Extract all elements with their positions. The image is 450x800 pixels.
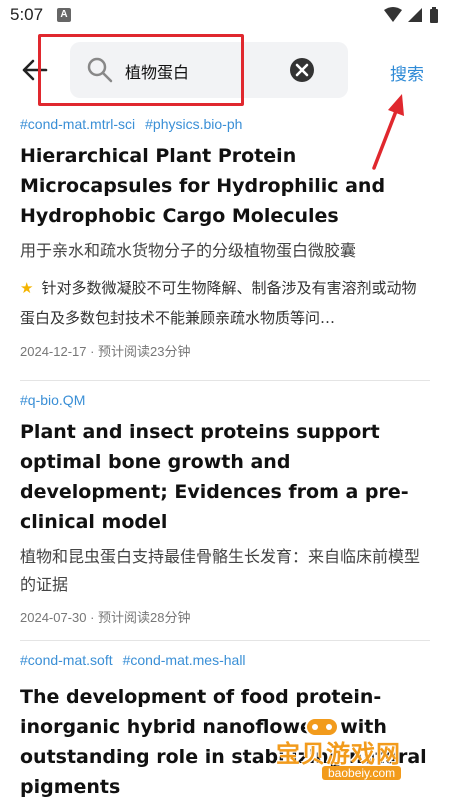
star-icon: ★ xyxy=(20,279,34,297)
watermark-text: 宝贝游戏网 xyxy=(276,740,401,768)
notification-icon: A xyxy=(57,8,71,22)
article-subtitle: 用于亲水和疏水货物分子的分级植物蛋白微胶囊 xyxy=(20,241,357,260)
status-bar: 5:07 A xyxy=(0,0,450,32)
article-abstract: ★ 针对多数微凝胶不可生物降解、制备涉及有害溶剂或动物蛋白及多数包封技术不能兼顾亲… xyxy=(20,273,430,333)
article-card[interactable]: #q-bio.QM Plant and insect proteins supp… xyxy=(20,392,430,626)
clear-icon[interactable] xyxy=(288,56,316,84)
tag-link[interactable]: #q-bio.QM xyxy=(20,392,85,408)
article-subtitle: 植物和昆虫蛋白支持最佳骨骼生长发育：来自临床前模型的证据 xyxy=(20,547,421,594)
article-tags: #q-bio.QM xyxy=(20,392,430,408)
article-meta: 2024-12-17 · 预计阅读23分钟 xyxy=(20,344,191,359)
status-time: 5:07 xyxy=(10,5,44,24)
divider xyxy=(20,640,430,641)
watermark-url: baobeiy.com xyxy=(322,766,402,780)
battery-icon xyxy=(430,9,438,23)
signal-icon xyxy=(408,8,422,22)
article-meta: 2024-07-30 · 预计阅读28分钟 xyxy=(20,610,191,625)
wifi-icon xyxy=(384,7,402,22)
highlight-annotation-box xyxy=(38,34,244,106)
article-title[interactable]: Hierarchical Plant Protein Microcapsules… xyxy=(20,141,430,231)
article-tags: #cond-mat.soft #cond-mat.mes-hall xyxy=(20,652,430,668)
abstract-text: 针对多数微凝胶不可生物降解、制备涉及有害溶剂或动物蛋白及多数包封技术不能兼顾亲疏… xyxy=(20,279,417,327)
search-button[interactable]: 搜索 xyxy=(390,60,424,85)
status-icons xyxy=(382,6,442,26)
article-title[interactable]: Plant and insect proteins support optima… xyxy=(20,417,430,537)
article-card[interactable]: #cond-mat.mtrl-sci #physics.bio-ph Hierar… xyxy=(20,116,430,360)
divider xyxy=(20,380,430,381)
tag-link[interactable]: #cond-mat.mes-hall xyxy=(123,652,246,668)
tag-link[interactable]: #physics.bio-ph xyxy=(145,116,242,132)
article-tags: #cond-mat.mtrl-sci #physics.bio-ph xyxy=(20,116,430,132)
watermark: 宝贝游戏网 baobeiy.com xyxy=(272,710,442,788)
tag-link[interactable]: #cond-mat.soft xyxy=(20,652,113,668)
tag-link[interactable]: #cond-mat.mtrl-sci xyxy=(20,116,135,132)
